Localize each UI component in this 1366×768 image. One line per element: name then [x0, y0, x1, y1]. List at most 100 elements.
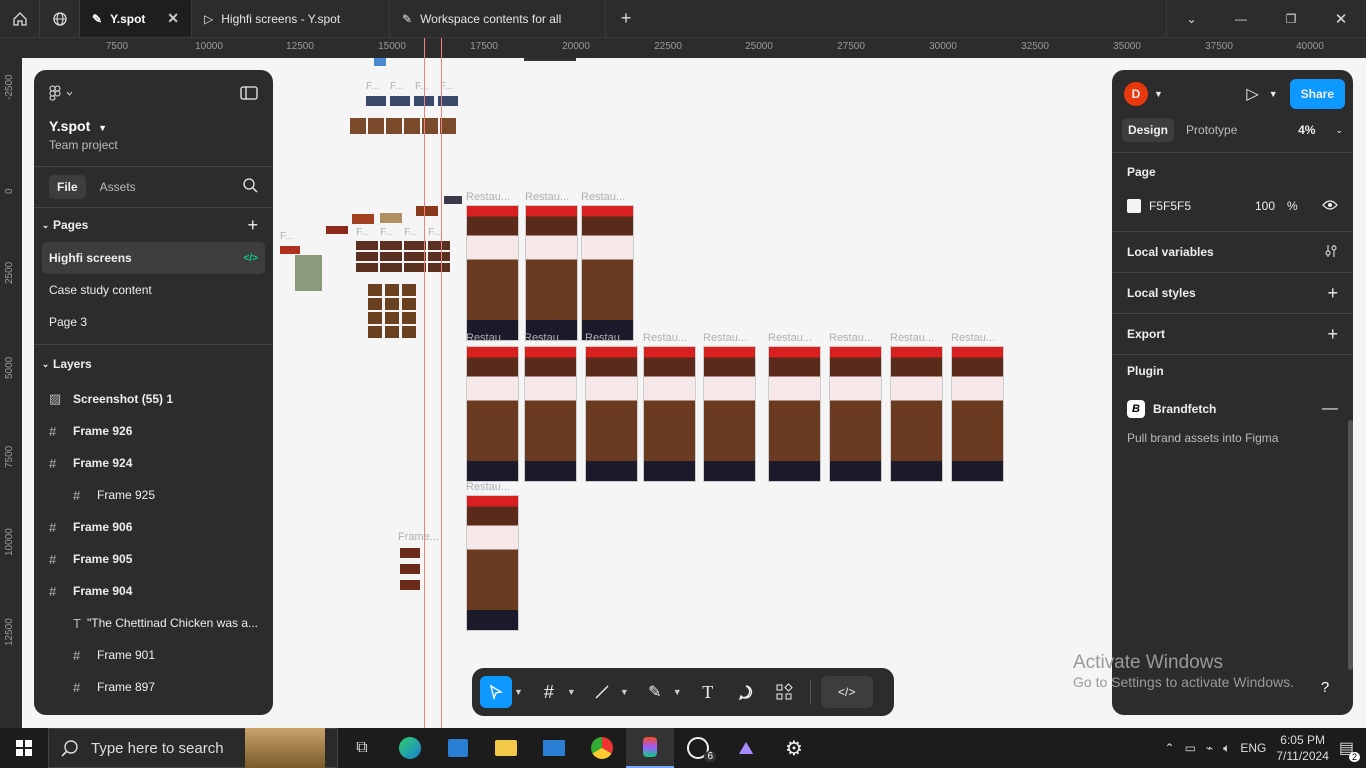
text-tool[interactable]: T — [692, 676, 724, 708]
chevron-down-icon[interactable]: ▼ — [673, 687, 682, 697]
canvas-frame[interactable] — [768, 346, 821, 482]
pen-tool[interactable]: ✎ — [639, 676, 671, 708]
tab-file[interactable]: File — [49, 175, 86, 199]
canvas-thumbnail[interactable] — [385, 298, 399, 310]
canvas-thumbnail[interactable] — [352, 214, 374, 224]
layer-item[interactable]: # Frame 926 — [34, 415, 273, 447]
chevron-down-icon[interactable]: ▼ — [514, 687, 523, 697]
canvas-thumbnail[interactable] — [428, 241, 450, 250]
export-row[interactable]: Export + — [1112, 314, 1353, 354]
chrome-icon[interactable] — [578, 728, 626, 768]
photos-icon[interactable]: ⛰ — [722, 728, 770, 768]
zoom-level[interactable]: 4% — [1298, 123, 1315, 137]
canvas-frame[interactable] — [890, 346, 943, 482]
page-color-value[interactable]: F5F5F5 — [1149, 199, 1247, 213]
canvas-thumbnail[interactable] — [400, 564, 420, 574]
layers-header[interactable]: ⌄ Layers — [34, 345, 273, 383]
tab-assets[interactable]: Assets — [92, 175, 144, 199]
resources-tool[interactable] — [768, 676, 800, 708]
canvas-thumbnail[interactable] — [356, 263, 378, 272]
canvas-thumbnail[interactable] — [366, 96, 386, 106]
canvas-frame[interactable] — [585, 346, 638, 482]
share-button[interactable]: Share — [1289, 79, 1345, 109]
canvas-thumbnail[interactable] — [444, 196, 462, 204]
canvas-thumbnail[interactable] — [295, 255, 322, 291]
file-explorer-icon[interactable] — [482, 728, 530, 768]
close-icon[interactable]: ✕ — [167, 10, 179, 27]
network-icon[interactable]: ▭ — [1185, 741, 1196, 755]
canvas-thumbnail[interactable] — [440, 118, 456, 134]
canvas-thumbnail[interactable] — [404, 241, 426, 250]
settings-icon[interactable]: ⚙ — [770, 728, 818, 768]
tab-yspot[interactable]: ✎ Y.spot ✕ — [80, 0, 192, 37]
canvas-thumbnail[interactable] — [404, 263, 426, 272]
canvas-thumbnail[interactable] — [380, 241, 402, 250]
chevron-down-icon[interactable]: ⌄ — [1166, 0, 1216, 37]
canvas-thumbnail[interactable] — [380, 263, 402, 272]
add-export-icon[interactable]: + — [1327, 324, 1338, 345]
wifi-icon[interactable]: ⌁ — [1206, 741, 1213, 755]
taskbar-search[interactable]: Type here to search — [48, 728, 338, 768]
help-button[interactable]: ? — [1310, 672, 1340, 702]
volume-icon[interactable]: 🔈︎ — [1223, 741, 1230, 756]
canvas-frame[interactable] — [525, 205, 578, 341]
canvas-frame[interactable] — [466, 346, 519, 482]
canvas-thumbnail[interactable] — [402, 326, 416, 338]
line-tool[interactable] — [586, 676, 618, 708]
comment-tool[interactable] — [730, 676, 762, 708]
maximize-icon[interactable]: ❐ — [1266, 0, 1316, 37]
sliders-icon[interactable] — [1324, 244, 1338, 261]
canvas-thumbnail[interactable] — [385, 284, 399, 296]
collapse-icon[interactable]: — — [1322, 400, 1338, 418]
sidebar-toggle-icon[interactable] — [240, 85, 258, 103]
canvas-thumbnail[interactable] — [416, 206, 438, 216]
canvas-thumbnail[interactable] — [428, 252, 450, 261]
task-view-icon[interactable]: ⧉ — [338, 728, 386, 768]
canvas-frame[interactable] — [466, 205, 519, 341]
canvas-thumbnail[interactable] — [402, 298, 416, 310]
canvas-thumbnail[interactable] — [368, 284, 382, 296]
canvas-thumbnail[interactable] — [385, 326, 399, 338]
layer-item[interactable]: # Frame 904 — [34, 575, 273, 607]
canvas-frame[interactable] — [829, 346, 882, 482]
tab-workspace[interactable]: ✎ Workspace contents for all — [390, 0, 606, 37]
language-indicator[interactable]: ENG — [1240, 741, 1266, 755]
chevron-down-icon[interactable]: ▼ — [1154, 89, 1163, 99]
add-page-icon[interactable]: + — [247, 215, 258, 236]
canvas-frame[interactable] — [703, 346, 756, 482]
canvas-frame[interactable] — [643, 346, 696, 482]
layer-item[interactable]: # Frame 897 — [34, 671, 273, 703]
home-icon[interactable] — [0, 0, 40, 37]
whatsapp-icon[interactable]: 6 — [674, 728, 722, 768]
layer-item[interactable]: # Frame 924 — [34, 447, 273, 479]
canvas-thumbnail[interactable] — [402, 312, 416, 324]
figma-menu-icon[interactable] — [49, 85, 75, 104]
scrollbar[interactable] — [1348, 420, 1353, 670]
add-style-icon[interactable]: + — [1327, 283, 1338, 304]
canvas-thumbnail[interactable] — [404, 118, 420, 134]
eye-icon[interactable] — [1322, 199, 1338, 214]
canvas-thumbnail[interactable] — [390, 96, 410, 106]
page-item[interactable]: Highfi screens </> — [42, 242, 265, 274]
tab-design[interactable]: Design — [1122, 118, 1175, 142]
close-window-icon[interactable]: ✕ — [1316, 0, 1366, 37]
canvas-thumbnail[interactable] — [350, 118, 366, 134]
clock[interactable]: 6:05 PM 7/11/2024 — [1276, 732, 1329, 764]
globe-icon[interactable] — [40, 0, 80, 37]
layer-item[interactable]: # Frame 925 — [34, 479, 273, 511]
layer-item[interactable]: ▨ Screenshot (55) 1 — [34, 383, 273, 415]
local-styles-row[interactable]: Local styles + — [1112, 273, 1353, 313]
avatar[interactable]: D — [1124, 82, 1148, 106]
canvas-thumbnail[interactable] — [356, 252, 378, 261]
canvas-frame[interactable] — [524, 346, 577, 482]
plugin-row[interactable]: B Brandfetch — — [1112, 387, 1353, 431]
local-variables-row[interactable]: Local variables — [1112, 232, 1353, 272]
layer-item[interactable]: T "The Chettinad Chicken was a... — [34, 607, 273, 639]
canvas-thumbnail[interactable] — [374, 58, 386, 66]
new-tab-icon[interactable]: + — [606, 0, 646, 37]
frame-tool[interactable]: # — [533, 676, 565, 708]
canvas-frame[interactable] — [581, 205, 634, 341]
file-name[interactable]: Y.spot ▼ — [49, 118, 258, 134]
canvas-frame[interactable] — [466, 495, 519, 631]
canvas-thumbnail[interactable] — [368, 312, 382, 324]
